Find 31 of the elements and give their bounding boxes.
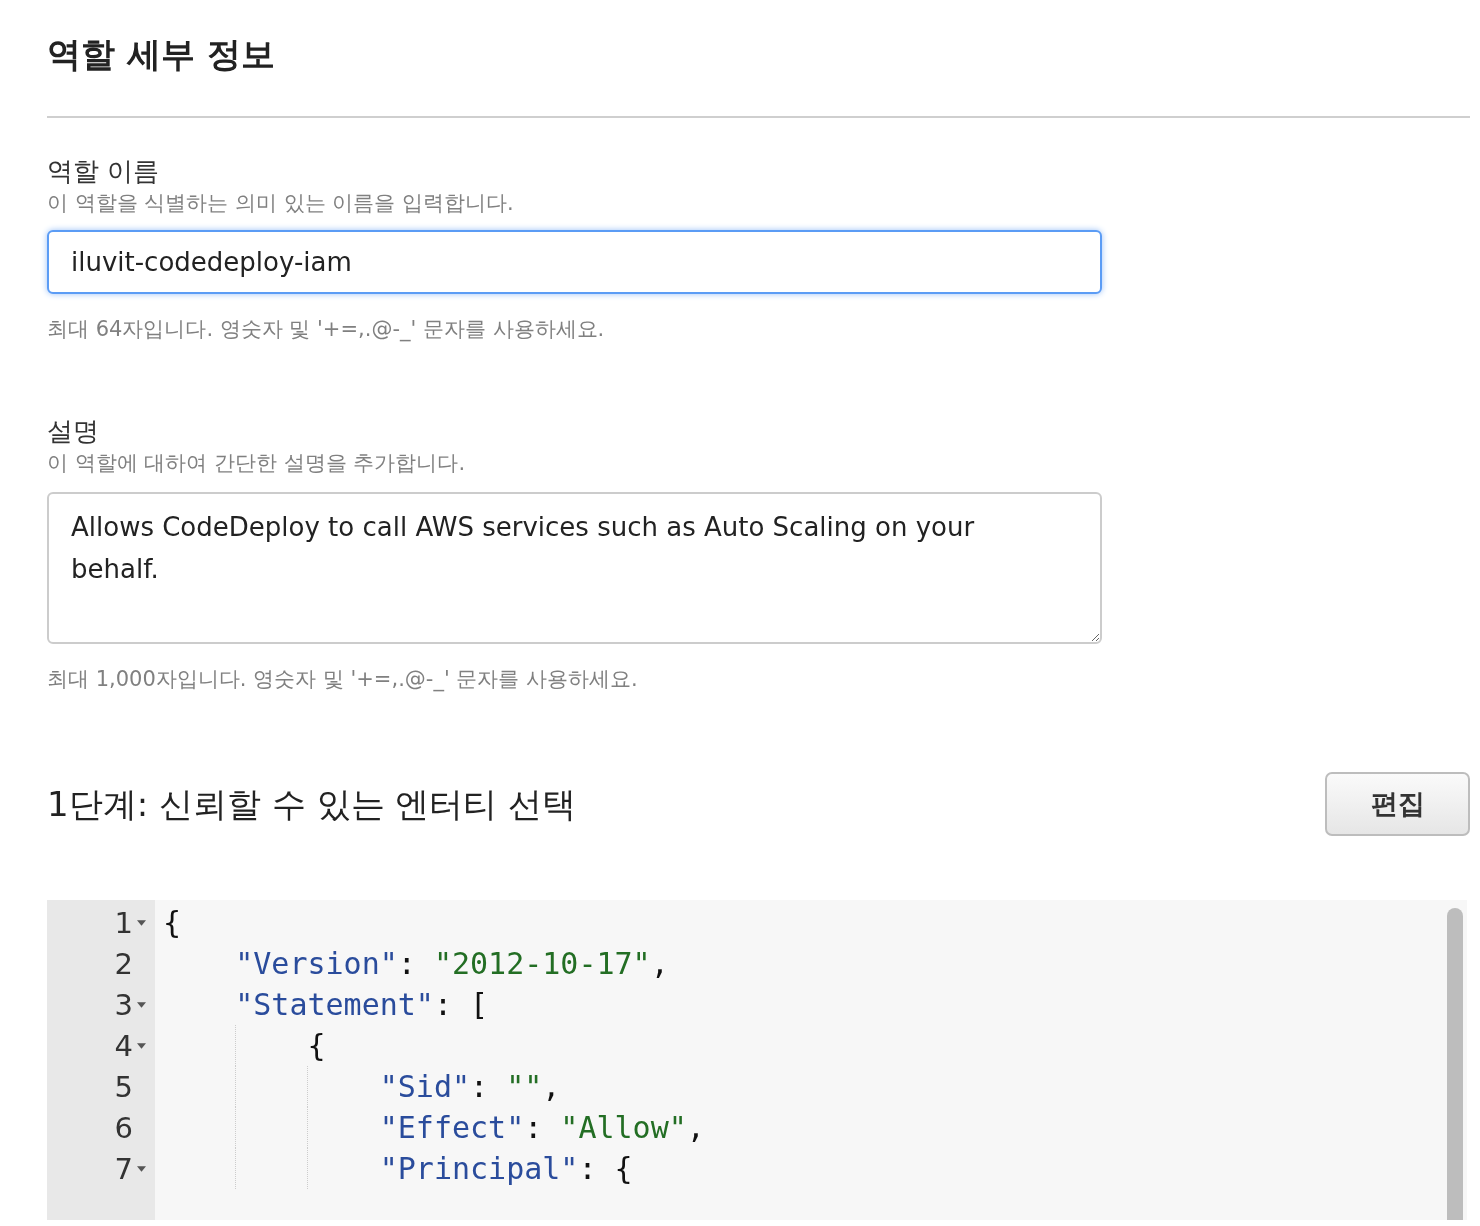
field-help-text: 이 역할을 식별하는 의미 있는 이름을 입력합니다. — [47, 190, 515, 217]
code-line: "Sid": "", — [378, 1069, 561, 1104]
description-textarea[interactable]: Allows CodeDeploy to call AWS services such as Auto Scaling on your behalf. — [47, 492, 1102, 644]
fold-caret-icon[interactable] — [136, 1001, 146, 1008]
code-line: { — [163, 905, 182, 940]
edit-button[interactable]: 편집 — [1325, 772, 1470, 836]
scrollbar[interactable] — [1447, 908, 1463, 1220]
code-line: "Version": "2012-10-17", — [234, 946, 669, 981]
code-line: { — [306, 1028, 326, 1063]
field-hint-text: 최대 1,000자입니다. 영숫자 및 '+=,.@-_' 문자를 사용하세요. — [47, 666, 639, 694]
section-title: 역할 세부 정보 — [47, 33, 276, 76]
line-number: 2 — [114, 946, 133, 981]
code-line: "Principal": { — [378, 1151, 633, 1186]
field-label: 설명 — [47, 415, 100, 448]
code-line: "Effect": "Allow", — [378, 1110, 705, 1145]
line-number: 4 — [114, 1028, 133, 1063]
field-hint-text: 최대 64자입니다. 영숫자 및 '+=,.@-_' 문자를 사용하세요. — [47, 316, 606, 344]
code-editor[interactable]: 1 2 3 4 5 6 7 { "Version": "2012-10-17", "Statement": [ { "Sid": "", "Effect": "Allow", "Principal": { — [47, 900, 1467, 1220]
line-number: 5 — [114, 1069, 133, 1104]
field-help-text: 이 역할에 대하여 간단한 설명을 추가합니다. — [47, 450, 467, 477]
line-number: 6 — [114, 1110, 133, 1145]
role-name-input[interactable]: iluvit-codedeploy-iam — [47, 230, 1102, 294]
line-number: 3 — [114, 987, 133, 1022]
field-label: 역할 이름 — [47, 155, 161, 188]
fold-caret-icon[interactable] — [136, 1042, 146, 1049]
fold-caret-icon[interactable] — [136, 1165, 146, 1172]
line-number: 7 — [114, 1151, 133, 1186]
fold-caret-icon[interactable] — [136, 919, 146, 926]
line-number: 1 — [114, 905, 133, 940]
code-line: "Statement": [ — [234, 987, 489, 1022]
step-heading: 1단계: 신뢰할 수 있는 엔터티 선택 — [47, 783, 577, 826]
